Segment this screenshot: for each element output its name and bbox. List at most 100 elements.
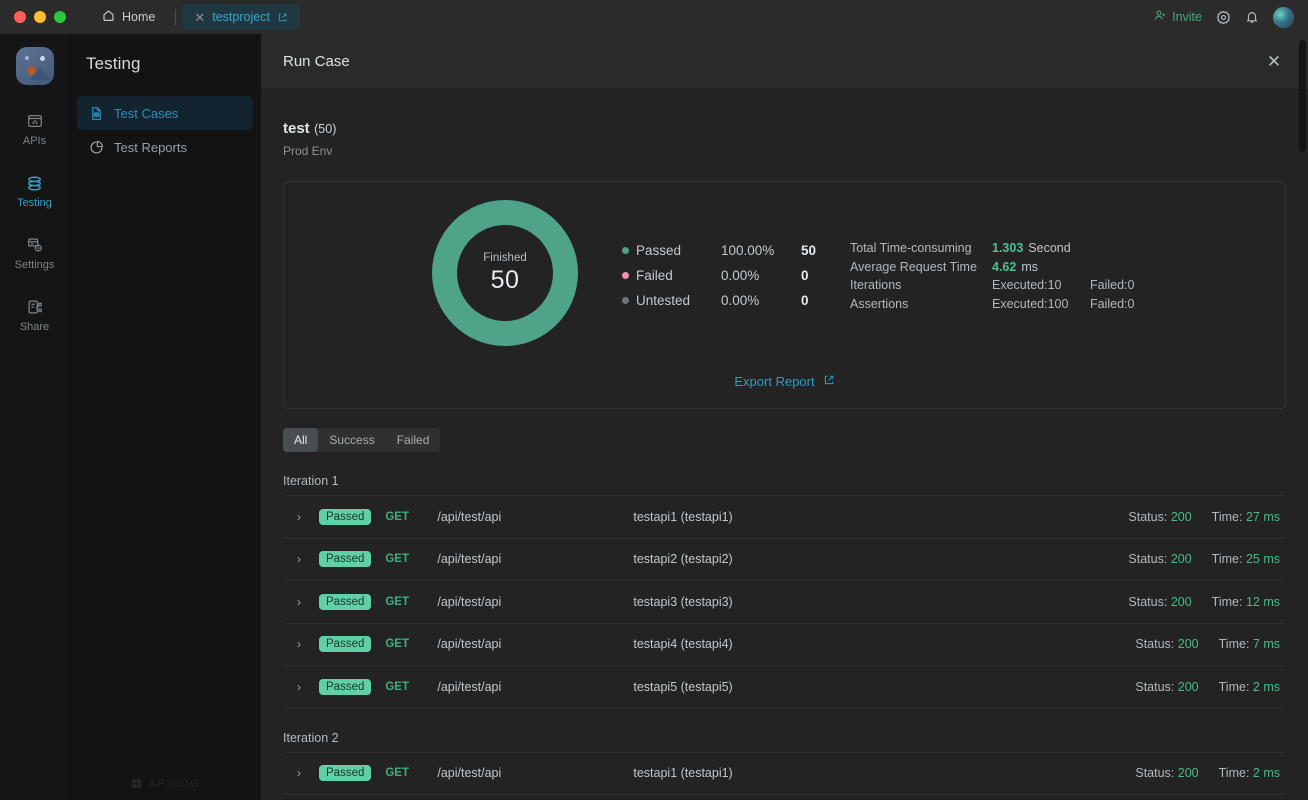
scrollbar-thumb[interactable] [1299,40,1306,152]
response-time: Time: 27 ms [1212,510,1280,524]
vertical-scrollbar[interactable] [1299,34,1306,800]
legend-count: 0 [801,293,809,308]
avatar[interactable] [1273,6,1294,28]
chevron-right-icon[interactable]: › [297,766,319,780]
chevron-right-icon[interactable]: › [297,637,319,651]
status-label: Status: [1128,552,1168,567]
request-path: /api/test/api [437,766,502,781]
page-title: Run Case [283,53,350,70]
table-row[interactable]: › Passed GET /api/test/api testapi5 (tes… [283,666,1286,709]
external-link-icon[interactable] [277,12,288,23]
iteration-label: Iteration 1 [283,474,339,488]
metric-executed: Executed:100 [992,296,1069,311]
donut-ring: Finished 50 [432,200,578,346]
tab-divider [175,9,177,25]
status-label: Status: [1135,679,1175,694]
http-method: GET [385,680,409,693]
api-name: testapi4 (testapi4) [633,637,733,652]
legend-label: Untested [636,293,691,308]
testing-icon [25,173,44,193]
rail-item-share[interactable]: Share [0,297,69,333]
legend-count: 50 [801,243,817,258]
request-path: /api/test/api [437,594,502,609]
chevron-right-icon[interactable]: › [297,595,319,609]
api-name: testapi1 (testapi1) [633,766,733,781]
summary-card: Finished 50 Passed 100.00% 50 Failed 0.0… [283,181,1286,409]
response-status: Status: 200 [1135,637,1198,651]
metric-label: Assertions [850,296,909,311]
legend-label: Passed [636,243,682,258]
table-row[interactable]: › Passed GET /api/test/api testapi4 (tes… [283,624,1286,666]
close-icon[interactable]: ✕ [194,11,205,24]
home-icon [102,9,115,25]
invite-button[interactable]: Invite [1154,9,1202,25]
primary-nav-rail: APIs Testing Settings Share [0,34,69,800]
run-case-panel: Run Case ✕ test (50) Prod Env Finished 5… [261,34,1308,800]
legend-count: 0 [801,268,809,283]
bell-icon[interactable] [1245,10,1259,24]
donut-total-value: 50 [490,265,520,294]
maximize-window-button[interactable] [54,11,66,23]
sidebar-item-test-cases[interactable]: Test Cases [77,96,253,130]
filter-tab-success[interactable]: Success [318,428,385,452]
app-logo [15,47,54,85]
table-row[interactable]: › Passed GET /api/test/api testapi1 (tes… [283,753,1286,795]
donut-status-label: Finished [483,251,527,264]
status-label: Status: [1135,637,1175,652]
iteration-2-rows: › Passed GET /api/test/api testapi1 (tes… [283,751,1286,800]
filter-tab-failed[interactable]: Failed [386,428,441,452]
legend-row-untested: Untested 0.00% 0 [622,288,816,313]
brand-footer: APIDOG [69,777,261,790]
metrics-block: Total Time-consuming 1.303 Second Averag… [850,239,1134,313]
tab-home[interactable]: Home [88,4,169,30]
response-status: Status: 200 [1135,680,1198,694]
tab-testproject[interactable]: ✕ testproject [182,4,300,30]
api-name: testapi3 (testapi3) [633,594,733,609]
settings-icon [26,235,44,255]
project-sidebar: Testing Test Cases Test Reports APIDOG [69,34,261,800]
export-report-button[interactable]: Export Report [284,374,1285,389]
http-method: GET [385,595,409,608]
invite-label: Invite [1172,10,1202,24]
rail-item-label: Testing [17,197,52,209]
chevron-right-icon[interactable]: › [297,510,319,524]
close-icon[interactable]: ✕ [1262,50,1286,74]
table-row[interactable]: › Passed GET /api/test/api testapi3 (tes… [283,581,1286,624]
close-window-button[interactable] [14,11,26,23]
run-case-count: (50) [314,122,337,136]
status-code: 200 [1170,594,1192,609]
chevron-right-icon[interactable]: › [297,680,319,694]
time-label: Time: [1218,679,1250,694]
minimize-window-button[interactable] [34,11,46,23]
metric-value: 4.62 [992,259,1017,274]
api-name: testapi2 (testapi2) [633,552,733,567]
metric-total-time: Total Time-consuming 1.303 Second [850,239,1134,258]
metric-label: Average Request Time [850,259,977,274]
table-row[interactable]: › Passed GET /api/test/api testapi1 (tes… [283,496,1286,539]
rail-item-settings[interactable]: Settings [0,235,69,271]
legend-row-failed: Failed 0.00% 0 [622,263,816,288]
table-row[interactable]: › Passed GET /api/test/api testapi2 (tes… [283,539,1286,581]
legend-label: Failed [636,268,673,283]
gear-icon[interactable] [1216,10,1231,25]
titlebar-actions: Invite [1154,6,1308,28]
filter-tab-all[interactable]: All [283,428,319,452]
http-method: GET [385,767,409,780]
table-row[interactable]: › Passed GET /api/test/api testapi2 (tes… [283,795,1286,800]
result-donut-chart: Finished 50 [432,200,578,346]
external-link-icon [823,374,835,389]
legend-bullet-icon [622,247,629,254]
metric-label: Iterations [850,278,902,293]
rail-item-testing[interactable]: Testing [0,173,69,209]
chevron-right-icon[interactable]: › [297,552,319,566]
rail-item-apis[interactable]: APIs [0,111,69,147]
request-path: /api/test/api [437,637,502,652]
response-time: Time: 2 ms [1219,766,1280,780]
time-value: 12 ms [1245,594,1280,609]
sidebar-item-test-reports[interactable]: Test Reports [77,130,253,164]
request-path: /api/test/api [437,509,502,524]
metric-unit: Second [1028,241,1071,256]
metric-iterations: Iterations Executed:10 Failed:0 [850,276,1134,295]
response-time: Time: 2 ms [1219,680,1280,694]
status-label: Status: [1128,594,1168,609]
